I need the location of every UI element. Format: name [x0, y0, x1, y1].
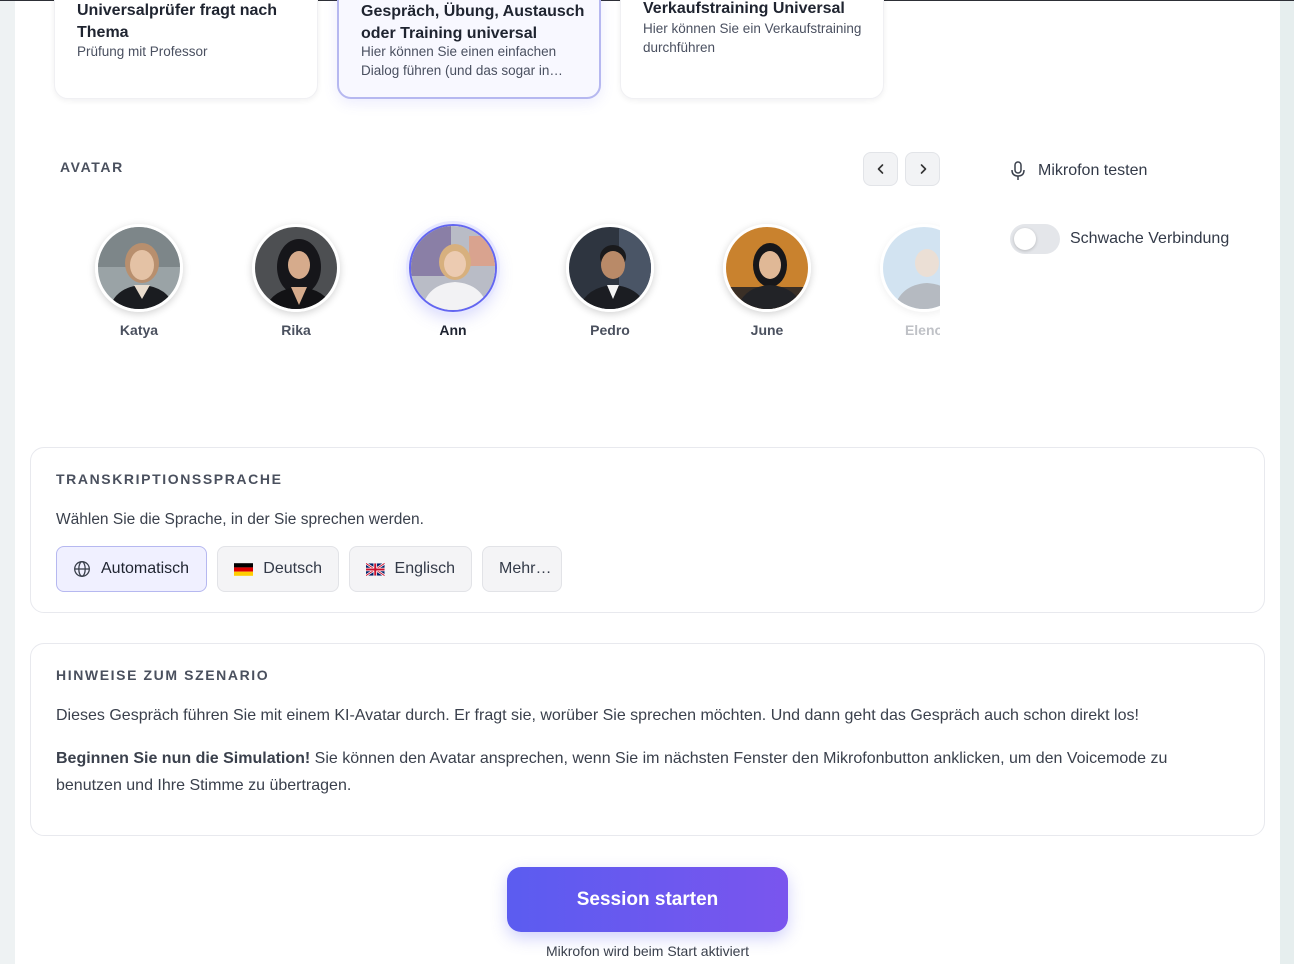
mic-test-button[interactable]: Mikrofon testen: [1010, 161, 1147, 181]
scenario-description: Prüfung mit Professor: [77, 44, 208, 59]
avatar-name: Eleno: [904, 322, 940, 338]
avatar-name: June: [750, 322, 784, 338]
avatar-portrait: [252, 224, 340, 312]
language-option-label: Englisch: [394, 560, 455, 577]
scenario-title: Universalprüfer fragt nach Thema: [77, 2, 278, 41]
chevron-right-icon: [920, 164, 926, 174]
hints-paragraph-2: Beginnen Sie nun die Simulation! Sie kön…: [56, 745, 1234, 799]
scenario-card-gespraech[interactable]: Gespräch, Übung, Austausch oder Training…: [337, 0, 601, 99]
avatar-portrait: [95, 224, 183, 312]
avatar-name: Rika: [281, 322, 311, 338]
uk-flag-icon: [366, 561, 385, 577]
transcription-label: TRANSKRIPTIONSSPRACHE: [56, 471, 283, 487]
language-option-deutsch[interactable]: Deutsch: [217, 546, 339, 592]
avatar-portrait: [409, 224, 497, 312]
transcription-language-box: TRANSKRIPTIONSSPRACHE Wählen Sie die Spr…: [30, 447, 1265, 613]
avatar-portrait: [566, 224, 654, 312]
language-option-label: Automatisch: [101, 560, 190, 577]
german-flag-icon: [234, 562, 254, 576]
weak-connection-option: Schwache Verbindung: [1010, 224, 1229, 254]
right-gutter: [1280, 1, 1294, 964]
transcription-subtitle: Wählen Sie die Sprache, in der Sie sprec…: [56, 511, 424, 528]
hints-paragraph-2-bold: Beginnen Sie nun die Simulation!: [56, 750, 311, 767]
avatar-june[interactable]: June: [712, 224, 822, 344]
avatar-name: Pedro: [590, 322, 630, 338]
scenario-hints-box: HINWEISE ZUM SZENARIO Dieses Gespräch fü…: [30, 643, 1265, 836]
scenario-card-universalpruefer[interactable]: Universalprüfer fragt nach Thema Prüfung…: [54, 0, 318, 99]
start-session-button[interactable]: Session starten: [507, 867, 788, 932]
scenario-card-verkaufstraining[interactable]: Verkaufstraining Universal Hier können S…: [620, 0, 884, 99]
language-option-automatisch[interactable]: Automatisch: [56, 546, 207, 592]
language-option-englisch[interactable]: Englisch: [349, 546, 472, 592]
scenario-description: Hier können Sie einen einfachen Dialog f…: [361, 44, 557, 78]
avatar-carousel: Katya Rika Ann Pedro June Eleno: [60, 216, 940, 351]
avatar-name: Katya: [119, 322, 159, 338]
weak-connection-toggle[interactable]: [1010, 224, 1060, 254]
avatar-next-button[interactable]: [905, 152, 940, 186]
avatar-portrait: [723, 224, 811, 312]
globe-icon: [74, 561, 90, 577]
microphone-icon: [1011, 161, 1025, 180]
scenario-description: Hier können Sie ein Verkaufstraining dur…: [643, 21, 862, 55]
avatar-name: Ann: [439, 322, 467, 338]
hints-paragraph-1: Dieses Gespräch führen Sie mit einem KI-…: [56, 707, 1139, 724]
scenario-title: Verkaufstraining Universal: [643, 0, 845, 17]
avatar-katya[interactable]: Katya: [84, 224, 194, 344]
language-option-label: Mehr…: [499, 560, 552, 577]
avatar-section-label: AVATAR: [60, 159, 124, 175]
hints-label: HINWEISE ZUM SZENARIO: [56, 667, 270, 683]
mic-activation-note: Mikrofon wird beim Start aktiviert: [545, 943, 750, 959]
avatar-prev-button[interactable]: [863, 152, 898, 186]
mic-test-label: Mikrofon testen: [1038, 162, 1148, 179]
avatar-portrait: [880, 224, 940, 312]
scenario-title: Gespräch, Übung, Austausch oder Training…: [361, 3, 585, 42]
weak-connection-label: Schwache Verbindung: [1070, 230, 1230, 247]
avatar-pedro[interactable]: Pedro: [555, 224, 665, 344]
avatar-eleno[interactable]: Eleno: [869, 224, 940, 344]
language-option-label: Deutsch: [263, 560, 322, 577]
chevron-left-icon: [877, 164, 883, 174]
avatar-rika[interactable]: Rika: [241, 224, 351, 344]
avatar-ann[interactable]: Ann: [398, 224, 508, 344]
language-option-more[interactable]: Mehr…: [482, 546, 562, 592]
